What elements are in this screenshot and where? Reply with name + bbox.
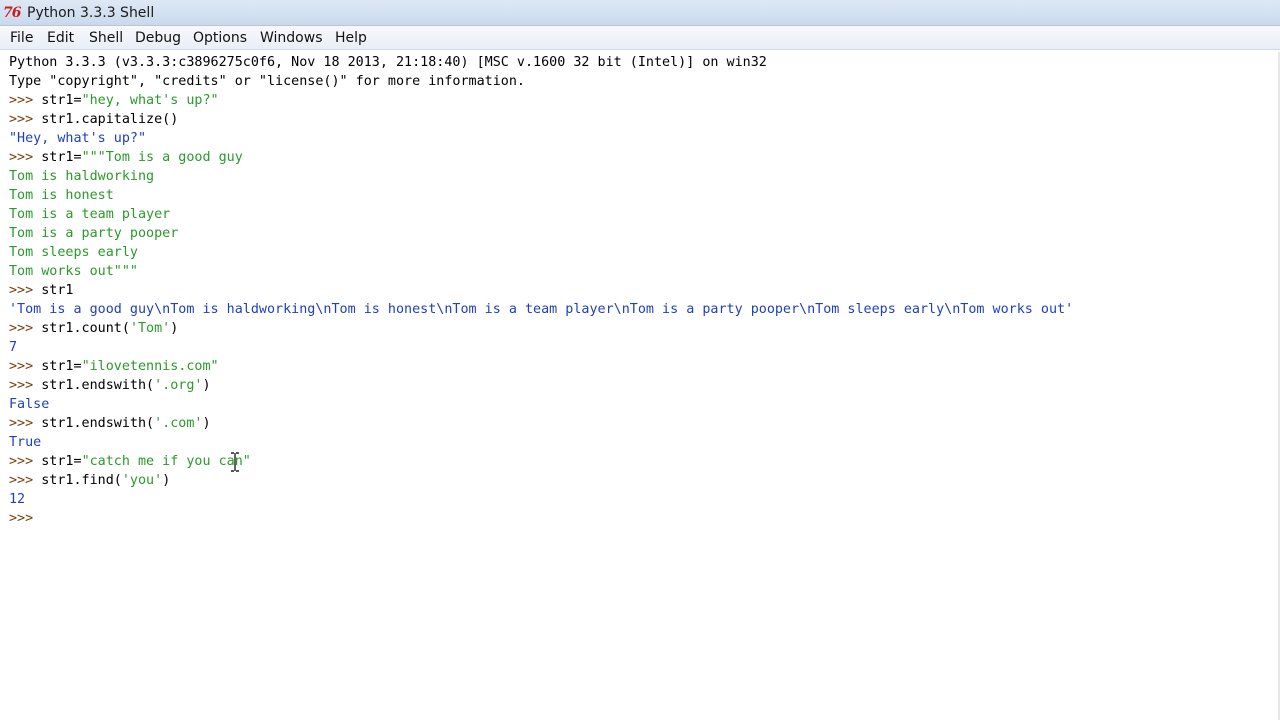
menu-file[interactable]: File	[10, 26, 33, 50]
shell-input-line: >>> str1	[9, 281, 74, 300]
shell-input-line: >>> str1="catch me if you can"	[9, 452, 251, 471]
shell-code: str1=	[41, 150, 82, 165]
shell-output-text: False	[9, 397, 50, 412]
shell-prompt: >>>	[9, 416, 42, 431]
shell-code: )	[162, 473, 171, 488]
shell-code: )	[202, 416, 211, 431]
shell-string-literal: "hey, what's up?"	[81, 93, 219, 108]
shell-input-line: >>> str1="""Tom is a good guy	[9, 148, 243, 167]
shell-code: str1.count(	[41, 321, 130, 336]
shell-string-literal: "catch me if you can"	[81, 454, 251, 469]
shell-string-literal: Tom is honest	[9, 188, 114, 203]
shell-code: str1=	[41, 454, 82, 469]
shell-string-literal: Tom sleeps early	[9, 245, 138, 260]
shell-output-text: True	[9, 435, 42, 450]
shell-string-literal: Tom works out"""	[9, 264, 138, 279]
shell-input-line: >>> str1.find('you')	[9, 471, 170, 490]
shell-input-line: >>> str1.capitalize()	[9, 110, 178, 129]
shell-input-line: >>> str1.endswith('.com')	[9, 414, 211, 433]
shell-output-line: 'Tom is a good guy\nTom is haldworking\n…	[9, 300, 1073, 319]
idle-feather-icon: 76	[3, 5, 21, 21]
shell-string-literal: '.org'	[154, 378, 203, 393]
python-shell-window: 76 Python 3.3.3 Shell File Edit Shell De…	[0, 0, 1280, 720]
shell-output-line: True	[9, 433, 41, 452]
shell-code: str1	[41, 283, 74, 298]
shell-continuation-line: Tom sleeps early	[9, 243, 138, 262]
shell-output-text: 12	[9, 492, 26, 507]
shell-prompt: >>>	[9, 283, 42, 298]
shell-banner-line: Python 3.3.3 (v3.3.3:c3896275c0f6, Nov 1…	[9, 53, 767, 72]
shell-string-literal: Tom is a party pooper	[9, 226, 179, 241]
shell-string-literal: Tom is haldworking	[9, 169, 155, 184]
shell-output-line: "Hey, what's up?"	[9, 129, 146, 148]
shell-prompt: >>>	[9, 359, 42, 374]
menu-windows[interactable]: Windows	[260, 26, 323, 50]
shell-output-text: 7	[9, 340, 18, 355]
shell-string-literal: Tom is a team player	[9, 207, 171, 222]
shell-banner-line: Type "copyright", "credits" or "license(…	[9, 72, 525, 91]
shell-prompt: >>>	[9, 321, 42, 336]
shell-continuation-line: Tom works out"""	[9, 262, 138, 281]
shell-input-line: >>>	[9, 509, 41, 528]
shell-prompt: >>>	[9, 112, 42, 127]
shell-prompt: >>>	[9, 511, 42, 526]
text-cursor-icon	[231, 452, 239, 472]
shell-prompt: >>>	[9, 93, 42, 108]
shell-continuation-line: Tom is a party pooper	[9, 224, 178, 243]
shell-code: str1.endswith(	[41, 378, 155, 393]
shell-continuation-line: Tom is haldworking	[9, 167, 154, 186]
shell-code: str1=	[41, 93, 82, 108]
shell-input-line: >>> str1="hey, what's up?"	[9, 91, 219, 110]
shell-input-line: >>> str1.count('Tom')	[9, 319, 178, 338]
window-title: Python 3.3.3 Shell	[27, 5, 155, 21]
shell-code: str1.capitalize()	[41, 112, 179, 127]
menu-debug[interactable]: Debug	[135, 26, 181, 50]
shell-output-text: 'Tom is a good guy\nTom is haldworking\n…	[9, 302, 1074, 317]
shell-string-literal: "ilovetennis.com"	[81, 359, 219, 374]
shell-code: str1.endswith(	[41, 416, 155, 431]
title-bar[interactable]: 76 Python 3.3.3 Shell	[0, 0, 1280, 26]
menu-bar: File Edit Shell Debug Options Windows He…	[0, 26, 1280, 50]
shell-text-area[interactable]: Python 3.3.3 (v3.3.3:c3896275c0f6, Nov 1…	[0, 52, 1280, 720]
shell-output-line: 7	[9, 338, 17, 357]
shell-banner-text: Python 3.3.3 (v3.3.3:c3896275c0f6, Nov 1…	[9, 55, 767, 70]
shell-output-text: "Hey, what's up?"	[9, 131, 147, 146]
shell-prompt: >>>	[9, 378, 42, 393]
shell-output-line: False	[9, 395, 49, 414]
shell-string-literal: 'you'	[121, 473, 163, 488]
menu-edit[interactable]: Edit	[47, 26, 74, 50]
menu-options[interactable]: Options	[193, 26, 247, 50]
shell-continuation-line: Tom is a team player	[9, 205, 170, 224]
shell-prompt: >>>	[9, 150, 42, 165]
shell-prompt: >>>	[9, 454, 42, 469]
shell-prompt: >>>	[9, 473, 42, 488]
shell-banner-text: Type "copyright", "credits" or "license(…	[9, 74, 525, 89]
shell-string-literal: """Tom is a good guy	[81, 150, 243, 165]
shell-code: )	[202, 378, 211, 393]
menu-help[interactable]: Help	[335, 26, 367, 50]
menu-shell[interactable]: Shell	[89, 26, 123, 50]
shell-input-line: >>> str1="ilovetennis.com"	[9, 357, 219, 376]
shell-input-line: >>> str1.endswith('.org')	[9, 376, 211, 395]
shell-string-literal: '.com'	[154, 416, 203, 431]
shell-code: )	[170, 321, 179, 336]
shell-continuation-line: Tom is honest	[9, 186, 114, 205]
shell-string-literal: 'Tom'	[129, 321, 171, 336]
shell-code: str1=	[41, 359, 82, 374]
shell-code: str1.find(	[41, 473, 122, 488]
shell-output-line: 12	[9, 490, 25, 509]
